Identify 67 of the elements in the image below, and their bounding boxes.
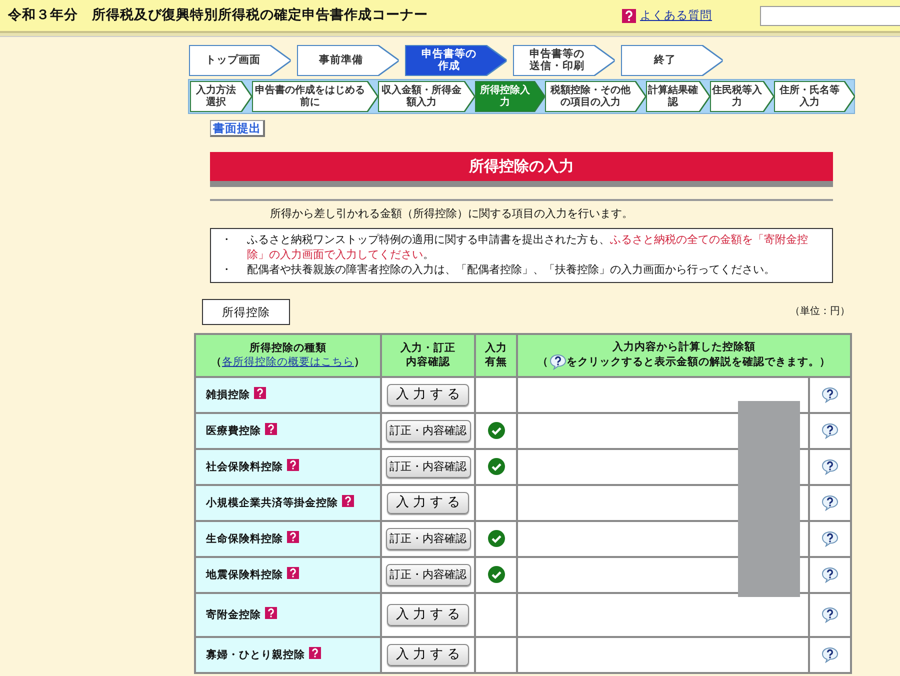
help-icon bbox=[622, 8, 636, 22]
overview-link[interactable]: 各所得控除の概要はこちら bbox=[222, 356, 354, 368]
faq-link[interactable]: よくある質問 bbox=[640, 6, 712, 24]
input-button[interactable]: 入力する bbox=[387, 492, 469, 514]
intro-text: 所得から差し引かれる金額（所得控除）に関する項目の入力を行います。 bbox=[270, 206, 634, 222]
step-tab[interactable]: 入力方法選択 bbox=[191, 82, 251, 111]
table-header: 入力・訂正内容確認 bbox=[381, 334, 475, 377]
help-icon[interactable] bbox=[309, 646, 321, 659]
header-text: 入力内容から計算した控除額 bbox=[612, 340, 756, 353]
step-tab[interactable]: 税額控除・その他の項目の入力 bbox=[546, 82, 645, 111]
unit-label: （単位：円） bbox=[790, 305, 850, 319]
deduction-name: 社会保険料控除 bbox=[206, 460, 283, 473]
paren-text: ） bbox=[354, 356, 365, 368]
help-icon[interactable] bbox=[287, 530, 299, 543]
help-icon[interactable] bbox=[265, 606, 277, 619]
deduction-name: 小規模企業共済等掛金控除 bbox=[206, 496, 338, 509]
help-bubble-icon[interactable] bbox=[821, 566, 839, 583]
step-tab[interactable]: 住民税等入力 bbox=[711, 82, 773, 111]
input-button[interactable]: 入力する bbox=[387, 644, 469, 666]
help-bubble-icon[interactable] bbox=[821, 494, 839, 511]
deduction-name: 雑損控除 bbox=[206, 388, 250, 401]
edit-confirm-button[interactable]: 訂正・内容確認 bbox=[386, 420, 470, 442]
search-field[interactable] bbox=[760, 6, 900, 26]
help-bubble-icon[interactable] bbox=[821, 458, 839, 475]
deduction-name: 生命保険料控除 bbox=[206, 532, 283, 545]
help-bubble-icon[interactable] bbox=[821, 530, 839, 547]
step-tab[interactable]: 事前準備 bbox=[298, 46, 398, 75]
step-tab[interactable]: 所得控除入力 bbox=[476, 82, 544, 111]
edit-confirm-button[interactable]: 訂正・内容確認 bbox=[386, 456, 470, 478]
input-button[interactable]: 入力する bbox=[387, 604, 469, 626]
deduction-name: 寡婦・ひとり親控除 bbox=[206, 648, 305, 661]
page-title-banner: 所得控除の入力 bbox=[210, 152, 833, 186]
step-tab[interactable]: トップ画面 bbox=[190, 46, 290, 75]
header-text: 所得控除の種類 bbox=[250, 342, 326, 354]
table-header: 入力有無 bbox=[475, 334, 517, 377]
help-bubble-icon[interactable] bbox=[821, 422, 839, 439]
step-tab[interactable]: 申告書等の送信・印刷 bbox=[514, 46, 614, 75]
paper-submission-button[interactable]: 書面提出 bbox=[210, 120, 265, 137]
deduction-name: 医療費控除 bbox=[206, 424, 261, 437]
help-bubble-icon[interactable] bbox=[821, 646, 839, 663]
step-tab[interactable]: 住所・氏名等入力 bbox=[775, 82, 854, 111]
help-icon[interactable] bbox=[342, 494, 354, 507]
help-icon[interactable] bbox=[287, 566, 299, 579]
help-icon[interactable] bbox=[254, 386, 266, 399]
deduction-name: 地震保険料控除 bbox=[206, 568, 283, 581]
edit-confirm-button[interactable]: 訂正・内容確認 bbox=[386, 564, 470, 586]
input-button[interactable]: 入力する bbox=[387, 384, 469, 406]
bullet-mark: ・ bbox=[221, 232, 233, 248]
page-header-title: 令和３年分 所得税及び復興特別所得税の確定申告書作成コーナー bbox=[8, 6, 428, 26]
bullet-mark: ・ bbox=[221, 262, 233, 277]
step-tab[interactable]: 収入金額・所得金額入力 bbox=[379, 82, 474, 111]
step-tab[interactable]: 終了 bbox=[622, 46, 722, 75]
help-bubble-icon[interactable] bbox=[548, 354, 566, 370]
deduction-name: 寄附金控除 bbox=[206, 608, 261, 621]
notice-text: ふるさと納税ワンストップ特例の適用に関する申請書を提出された方も、ふるさと納税の全ての金額を「寄附金控除」の入力画面で入力してください。 bbox=[247, 232, 809, 262]
paren-text: （ bbox=[211, 356, 222, 368]
help-bubble-icon[interactable] bbox=[821, 606, 839, 623]
help-icon[interactable] bbox=[265, 422, 277, 435]
header-note: をクリックすると表示金額の解説を確認できます。） bbox=[566, 356, 830, 368]
paren-text: （ bbox=[538, 356, 548, 368]
help-icon[interactable] bbox=[287, 458, 299, 471]
notice-text: 配偶者や扶養親族の障害者控除の入力は、「配偶者控除」、「扶養控除」の入力画面から行ってください。 bbox=[247, 262, 775, 277]
step-tab[interactable]: 申告書の作成をはじめる前に bbox=[253, 82, 377, 111]
help-bubble-icon[interactable] bbox=[821, 386, 839, 403]
step-tab[interactable]: 申告書等の作成 bbox=[406, 46, 506, 75]
step-tab[interactable]: 計算結果確認 bbox=[647, 82, 709, 111]
edit-confirm-button[interactable]: 訂正・内容確認 bbox=[386, 528, 470, 550]
